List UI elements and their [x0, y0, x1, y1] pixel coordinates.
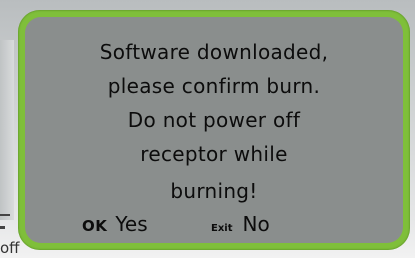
background-dot [0, 226, 5, 229]
background-panel [0, 40, 14, 220]
dialog-message-line: burning! [170, 179, 258, 203]
dialog-body: Software downloaded, please confirm burn… [25, 17, 403, 243]
yes-button[interactable]: OK Yes [82, 212, 148, 236]
no-button[interactable]: Exit No [211, 212, 270, 236]
confirm-burn-dialog: Software downloaded, please confirm burn… [18, 10, 410, 250]
exit-key-icon: Exit [211, 223, 233, 234]
background-partial-text: off [0, 239, 20, 257]
ok-key-icon: OK [82, 217, 108, 235]
background-dash [0, 214, 10, 216]
dialog-message-line: Software downloaded, [99, 40, 329, 64]
yes-button-label: Yes [115, 212, 148, 236]
dialog-message-line: receptor while [140, 142, 288, 166]
tv-screen: off Software downloaded, please confirm … [0, 0, 415, 258]
dialog-message-line: please confirm burn. [107, 74, 321, 98]
dialog-message-line: Do not power off [127, 108, 301, 132]
no-button-label: No [242, 212, 270, 236]
